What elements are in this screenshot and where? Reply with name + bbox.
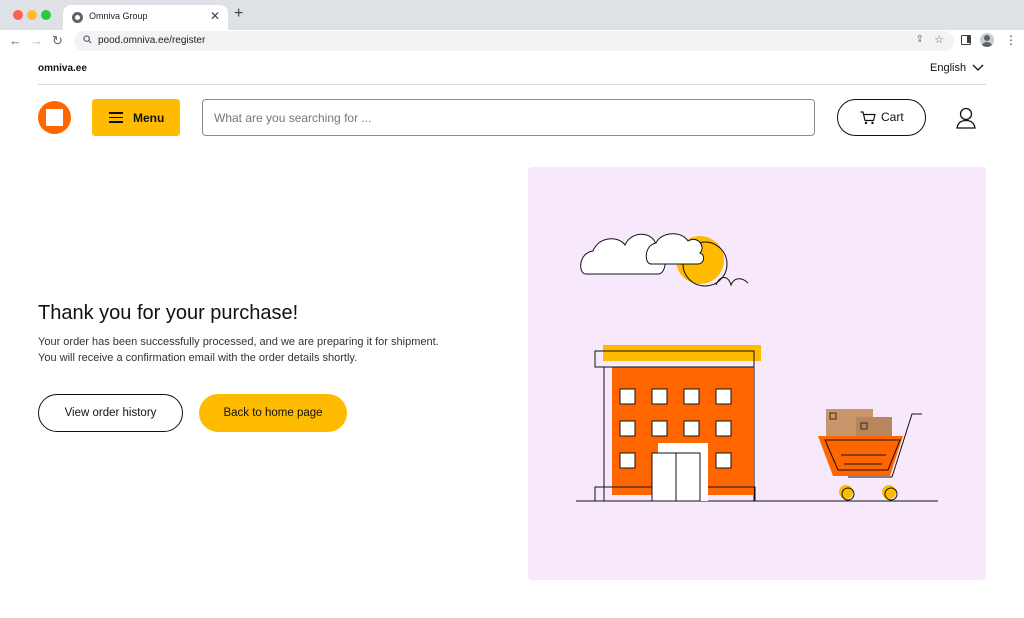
- confirmation-message: Your order has been successfully process…: [38, 334, 498, 366]
- profile-avatar-icon[interactable]: [980, 33, 994, 47]
- site-info-icon[interactable]: [83, 35, 92, 44]
- menu-label: Menu: [133, 111, 165, 125]
- new-tab-button[interactable]: +: [234, 5, 243, 23]
- illustration-svg: [576, 233, 938, 502]
- cart-label: Cart: [881, 110, 904, 124]
- cart-wheel: [839, 485, 853, 499]
- chevron-down-icon[interactable]: [971, 62, 985, 74]
- address-bar[interactable]: pood.omniva.ee/register ⇪ ☆: [74, 31, 954, 51]
- browser-tab[interactable]: Omniva Group ✕: [63, 5, 228, 30]
- search-input[interactable]: [202, 99, 815, 136]
- omniva-site-link[interactable]: omniva.ee: [38, 63, 87, 74]
- side-panel-icon[interactable]: [961, 35, 971, 45]
- close-window-button[interactable]: [13, 10, 23, 20]
- building-roof-accent: [603, 345, 761, 361]
- language-selector[interactable]: English: [930, 62, 966, 74]
- reload-icon[interactable]: ↻: [52, 33, 63, 49]
- user-account-icon[interactable]: [955, 106, 977, 130]
- browser-toolbar: ← → ↻ pood.omniva.ee/register ⇪ ☆ ⋮: [0, 30, 1024, 52]
- tab-favicon-icon: [72, 12, 83, 23]
- cart-icon: [860, 111, 876, 125]
- browser-tab-bar: Omniva Group ✕ +: [0, 0, 1024, 30]
- bookmark-star-icon[interactable]: ☆: [934, 33, 944, 46]
- hamburger-icon: [109, 112, 123, 123]
- browser-menu-icon[interactable]: ⋮: [1005, 33, 1017, 47]
- purchase-illustration: [528, 167, 986, 580]
- bird-shape: [715, 277, 749, 287]
- maximize-window-button[interactable]: [41, 10, 51, 20]
- tab-title: Omniva Group: [89, 11, 148, 21]
- back-arrow-icon[interactable]: ←: [9, 33, 22, 49]
- confirmation-message-line: You will receive a confirmation email wi…: [38, 352, 358, 364]
- confirmation-title: Thank you for your purchase!: [38, 302, 299, 324]
- cart-wheel: [882, 485, 896, 499]
- view-order-history-button[interactable]: View order history: [38, 394, 183, 432]
- divider: [38, 84, 986, 85]
- share-icon[interactable]: ⇪: [916, 34, 924, 45]
- confirmation-message-line: Your order has been successfully process…: [38, 336, 439, 348]
- back-to-home-button[interactable]: Back to home page: [199, 394, 347, 432]
- forward-arrow-icon[interactable]: →: [30, 33, 43, 49]
- menu-button[interactable]: Menu: [92, 99, 180, 136]
- tab-close-icon[interactable]: ✕: [210, 9, 220, 23]
- minimize-window-button[interactable]: [27, 10, 37, 20]
- cart-button[interactable]: Cart: [837, 99, 926, 136]
- omniva-logo[interactable]: [38, 101, 71, 134]
- url-text[interactable]: pood.omniva.ee/register: [98, 35, 205, 46]
